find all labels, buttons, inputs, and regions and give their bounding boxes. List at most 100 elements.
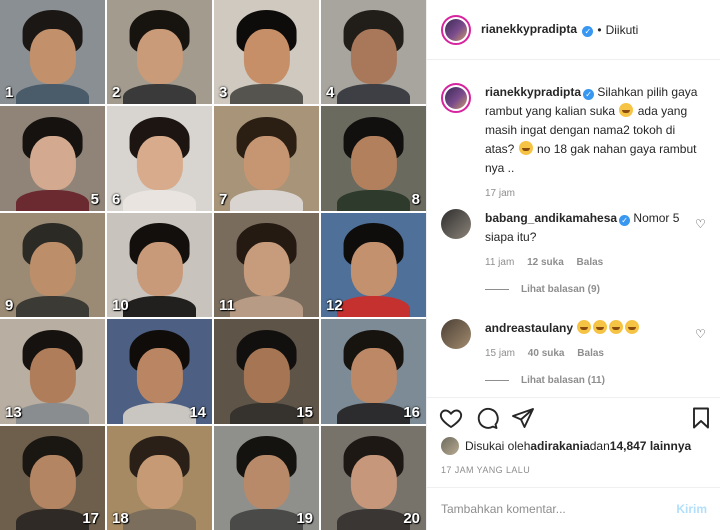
liked-by-prefix: Disukai oleh xyxy=(465,439,531,453)
portrait-face xyxy=(243,348,290,403)
portrait-body xyxy=(15,83,90,105)
portrait-face xyxy=(243,242,290,297)
likes-count[interactable]: 14,847 lainnya xyxy=(610,439,691,453)
commenter-avatar[interactable] xyxy=(441,209,471,239)
photo-number-label: 19 xyxy=(296,510,313,527)
photo-collage[interactable]: 1 2 3 4 5 6 7 8 9 10 11 12 13 14 15 16 17 18 19 20 xyxy=(0,0,426,530)
photo-cell: 1 xyxy=(0,0,105,105)
commenter-username[interactable]: andreastaulany xyxy=(485,321,573,335)
verified-badge-icon: ✓ xyxy=(583,89,595,100)
like-heart-icon[interactable] xyxy=(439,406,463,430)
photo-cell: 9 xyxy=(0,212,105,318)
view-replies-label[interactable]: Lihat balasan (11) xyxy=(521,375,605,386)
portrait-body xyxy=(15,296,90,318)
portrait-body xyxy=(122,296,197,318)
post-comment-button[interactable]: Kirim xyxy=(676,502,707,516)
portrait-body xyxy=(229,402,304,424)
author-username-link[interactable]: rianekkypradipta ✓ xyxy=(481,22,594,37)
comment-likes[interactable]: 12 suka xyxy=(527,257,564,268)
portrait-face xyxy=(29,454,76,510)
view-replies-button[interactable]: Lihat balasan (11) xyxy=(485,375,707,386)
portrait-face xyxy=(350,29,397,84)
portrait-face xyxy=(350,348,397,403)
reply-button[interactable]: Balas xyxy=(577,257,604,268)
replies-divider-line xyxy=(485,289,509,290)
photo-cell: 18 xyxy=(107,425,212,530)
verified-badge-icon: ✓ xyxy=(582,26,594,37)
liked-by-user[interactable]: adirakania xyxy=(530,439,589,453)
portrait-body xyxy=(336,296,411,318)
portrait-face xyxy=(243,454,290,510)
liked-by-row[interactable]: Disukai oleh adirakania dan 14,847 lainn… xyxy=(441,437,691,455)
portrait-face xyxy=(243,135,290,190)
portrait-face xyxy=(136,348,183,403)
portrait-body xyxy=(122,402,197,424)
comment-bubble-icon[interactable] xyxy=(475,406,499,430)
photo-number-label: 3 xyxy=(219,84,228,102)
save-bookmark-icon[interactable] xyxy=(689,406,713,430)
post-timestamp[interactable]: 17 JAM YANG LALU xyxy=(441,465,530,475)
photo-cell: 19 xyxy=(214,425,319,530)
liker-avatar[interactable] xyxy=(441,437,459,455)
photo-cell: 2 xyxy=(107,0,212,105)
caption-username[interactable]: rianekkypradipta xyxy=(485,85,581,99)
author-avatar[interactable] xyxy=(441,14,471,45)
photo-number-label: 8 xyxy=(411,190,420,208)
photo-cell: 13 xyxy=(0,319,105,424)
photo-cell: 4 xyxy=(321,0,426,105)
photo-number-label: 9 xyxy=(5,297,14,315)
rofl-emoji-icon xyxy=(577,320,592,334)
photo-number-label: 10 xyxy=(112,297,129,315)
photo-cell: 15 xyxy=(214,319,319,424)
reply-button[interactable]: Balas xyxy=(577,348,604,359)
photo-cell: 20 xyxy=(321,425,426,530)
rofl-emoji-icon xyxy=(625,320,640,334)
photo-cell: 7 xyxy=(214,106,319,211)
comment-time[interactable]: 15 jam xyxy=(485,348,515,359)
portrait-body xyxy=(336,83,411,105)
replies-divider-line xyxy=(485,380,509,381)
portrait-face xyxy=(29,29,76,84)
comment-likes[interactable]: 40 suka xyxy=(528,348,565,359)
like-comment-heart-icon[interactable]: ♡ xyxy=(695,217,707,231)
portrait-body xyxy=(229,296,304,318)
photo-number-label: 16 xyxy=(403,403,420,421)
view-replies-label[interactable]: Lihat balasan (9) xyxy=(521,284,600,295)
photo-number-label: 5 xyxy=(90,190,99,208)
rofl-emoji-icon xyxy=(576,320,640,335)
comment-item: babang_andikamahesa ✓ Nomor 5 siapa itu? … xyxy=(441,209,707,295)
caption-time[interactable]: 17 jam xyxy=(485,188,515,199)
comment-time[interactable]: 11 jam xyxy=(485,257,514,268)
photo-number-label: 13 xyxy=(5,403,22,421)
like-comment-heart-icon[interactable]: ♡ xyxy=(695,327,707,341)
portrait-face xyxy=(29,242,76,297)
photo-number-label: 11 xyxy=(219,297,235,315)
caption-avatar[interactable] xyxy=(441,83,471,113)
portrait-face xyxy=(350,242,397,297)
liked-by-middle: dan xyxy=(589,439,610,453)
comment-meta: 15 jam 40 suka Balas xyxy=(485,348,707,359)
view-replies-button[interactable]: Lihat balasan (9) xyxy=(485,284,707,295)
author-username[interactable]: rianekkypradipta xyxy=(481,22,577,36)
portrait-face xyxy=(136,135,183,190)
add-comment-bar: Kirim xyxy=(427,487,720,530)
commenter-username[interactable]: babang_andikamahesa xyxy=(485,211,617,225)
portrait-face xyxy=(136,29,183,84)
verified-badge-icon: ✓ xyxy=(619,215,631,226)
rofl-emoji-icon xyxy=(593,320,608,334)
commenter-avatar[interactable] xyxy=(441,319,471,349)
photo-number-label: 2 xyxy=(112,84,121,102)
add-comment-input[interactable] xyxy=(441,502,677,516)
photo-number-label: 20 xyxy=(403,510,420,527)
photo-cell: 3 xyxy=(214,0,319,105)
photo-cell: 10 xyxy=(107,212,212,318)
caption-text: rianekkypradipta ✓ Silahkan pilih gaya ra… xyxy=(485,83,707,178)
post-caption: rianekkypradipta ✓ Silahkan pilih gaya ra… xyxy=(441,83,707,199)
photo-number-label: 17 xyxy=(82,510,99,527)
photo-cell: 12 xyxy=(321,212,426,318)
post-action-bar xyxy=(427,397,720,437)
follow-status-button[interactable]: Diikuti xyxy=(606,23,639,37)
photo-cell: 11 xyxy=(214,212,319,318)
share-send-icon[interactable] xyxy=(511,406,535,430)
photo-cell: 8 xyxy=(321,106,426,211)
